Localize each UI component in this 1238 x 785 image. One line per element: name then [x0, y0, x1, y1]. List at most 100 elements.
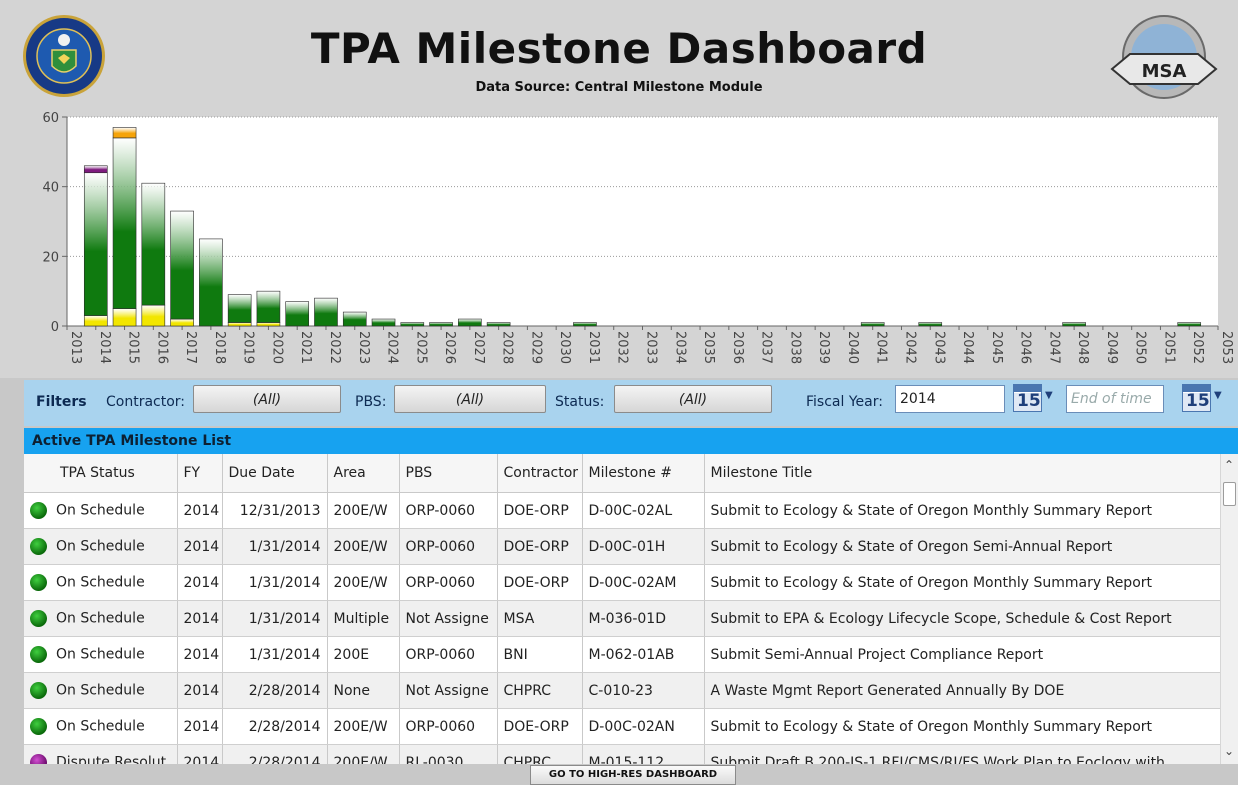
cell-pbs: RL-0030 [399, 744, 498, 764]
x-tick-label: 2028 [500, 331, 515, 364]
chart-bar-2031 [573, 322, 597, 327]
table-row[interactable]: On Schedule 2014 1/31/2014 200E/W ORP-0060 DO… [24, 564, 1220, 601]
scroll-thumb[interactable] [1223, 482, 1236, 506]
chart-bar-2018 [199, 238, 223, 327]
cell-area: None [327, 672, 400, 709]
x-tick-label: 2015 [126, 331, 141, 364]
scroll-up-arrow-icon[interactable]: ⌃ [1224, 458, 1234, 472]
cell-due: 1/31/2014 [222, 636, 328, 673]
status-filter-button[interactable]: (All) [614, 385, 772, 413]
y-tick-label: 40 [42, 181, 59, 196]
cell-area: 200E/W [327, 492, 400, 529]
x-tick-label: 2040 [845, 331, 860, 364]
x-tick-label: 2029 [528, 331, 543, 364]
chart-bar-2022 [314, 297, 338, 327]
column-header-milestone-title[interactable]: Milestone Title [704, 454, 1220, 493]
page-title: TPA Milestone Dashboard [310, 24, 928, 73]
cell-status: On Schedule [24, 492, 178, 529]
x-tick-label: 2041 [874, 331, 889, 364]
fiscal-year-start-input[interactable]: 2014 [895, 385, 1005, 413]
x-tick-label: 2019 [241, 331, 256, 364]
x-tick-label: 2038 [787, 331, 802, 364]
cell-fy: 2014 [177, 672, 223, 709]
x-tick-label: 2024 [385, 331, 400, 364]
cell-milestone: D-00C-02AL [582, 492, 705, 529]
cell-area: 200E/W [327, 564, 400, 601]
chart-bar-2041 [860, 322, 885, 327]
cell-title: Submit to Ecology & State of Oregon Mont… [704, 492, 1220, 529]
chart-bar-2017 [170, 210, 194, 320]
cell-status: Dispute Resolut [24, 744, 178, 765]
cell-due: 2/28/2014 [222, 672, 328, 709]
cell-status: On Schedule [24, 564, 178, 601]
chart-bar-2043 [918, 322, 943, 327]
cell-due: 2/28/2014 [222, 744, 328, 764]
x-tick-label: 2014 [97, 331, 112, 364]
chart-bar-2015 [112, 308, 137, 327]
chart-bar-2019 [227, 322, 252, 327]
cell-status: On Schedule [24, 600, 178, 637]
chart-bar-2020 [256, 322, 281, 327]
column-header-contractor[interactable]: Contractor [497, 454, 583, 493]
end-dropdown-arrow-icon[interactable]: ▼ [1214, 390, 1222, 401]
chart-bar-2028 [486, 322, 511, 327]
cell-pbs: ORP-0060 [399, 564, 498, 601]
x-tick-label: 2027 [471, 331, 486, 364]
x-tick-label: 2053 [1219, 331, 1234, 364]
column-header-fy[interactable]: FY [177, 454, 223, 493]
cell-pbs: ORP-0060 [399, 492, 498, 529]
cell-contractor: CHPRC [497, 672, 583, 709]
x-tick-label: 2031 [586, 331, 601, 364]
x-tick-label: 2018 [212, 331, 227, 364]
cell-fy: 2014 [177, 708, 223, 745]
chart-bar-2014 [83, 165, 108, 174]
end-calendar-icon[interactable]: 15 [1182, 384, 1211, 412]
column-header-due-date[interactable]: Due Date [222, 454, 328, 493]
cell-contractor: DOE-ORP [497, 564, 583, 601]
pbs-filter-button[interactable]: (All) [394, 385, 546, 413]
x-tick-label: 2032 [615, 331, 630, 364]
cell-contractor: BNI [497, 636, 583, 673]
cell-milestone: D-00C-01H [582, 528, 705, 565]
x-tick-label: 2035 [701, 331, 716, 364]
cell-pbs: Not Assigne [399, 672, 498, 709]
fiscal-year-label: Fiscal Year: [806, 394, 883, 410]
x-tick-label: 2037 [759, 331, 774, 364]
chart-bar-2016 [141, 304, 166, 327]
chart-bar-2017 [170, 318, 194, 327]
cell-fy: 2014 [177, 600, 223, 637]
go-to-high-res-dashboard-button[interactable]: GO TO HIGH-RES DASHBOARD [530, 765, 736, 785]
cell-pbs: ORP-0060 [399, 636, 498, 673]
table-row[interactable]: On Schedule 2014 12/31/2013 200E/W ORP-0060 D… [24, 492, 1220, 529]
column-header-pbs[interactable]: PBS [399, 454, 498, 493]
fiscal-year-end-input[interactable]: End of time [1066, 385, 1164, 413]
table-scrollbar[interactable]: ⌃ ⌄ [1220, 454, 1238, 764]
table-row[interactable]: On Schedule 2014 2/28/2014 200E/W ORP-0060 DO… [24, 708, 1220, 745]
column-header-milestone[interactable]: Milestone # [582, 454, 705, 493]
start-calendar-icon[interactable]: 15 [1013, 384, 1042, 412]
status-text: Dispute Resolut [56, 754, 167, 765]
column-header-area[interactable]: Area [327, 454, 400, 493]
status-indicator-icon [30, 682, 47, 699]
scroll-down-arrow-icon[interactable]: ⌄ [1224, 744, 1234, 758]
contractor-filter-button[interactable]: (All) [193, 385, 341, 413]
cell-pbs: Not Assigne [399, 600, 498, 637]
start-dropdown-arrow-icon[interactable]: ▼ [1045, 390, 1053, 401]
cell-due: 12/31/2013 [222, 492, 328, 529]
x-tick-label: 2043 [931, 331, 946, 364]
column-header-tpa-status[interactable]: TPA Status [24, 454, 178, 493]
table-row[interactable]: Dispute Resolut 2014 2/28/2014 200E/W RL-003… [24, 744, 1220, 765]
table-row[interactable]: On Schedule 2014 1/31/2014 200E/W ORP-0060 DO… [24, 528, 1220, 565]
chart-bar-2014 [83, 315, 108, 327]
table-row[interactable]: On Schedule 2014 2/28/2014 None Not Assigne C… [24, 672, 1220, 709]
table-row[interactable]: On Schedule 2014 1/31/2014 Multiple Not Assi… [24, 600, 1220, 637]
cell-title: A Waste Mgmt Report Generated Annually B… [704, 672, 1220, 709]
table-row[interactable]: On Schedule 2014 1/31/2014 200E ORP-0060 BNI M… [24, 636, 1220, 673]
cell-milestone: M-015-112 [582, 744, 705, 764]
cell-area: 200E/W [327, 708, 400, 745]
cell-due: 1/31/2014 [222, 528, 328, 565]
y-tick-label: 20 [42, 250, 59, 265]
chart-bar-2027 [458, 318, 482, 327]
cell-fy: 2014 [177, 528, 223, 565]
chart-bar-2023 [342, 311, 367, 327]
